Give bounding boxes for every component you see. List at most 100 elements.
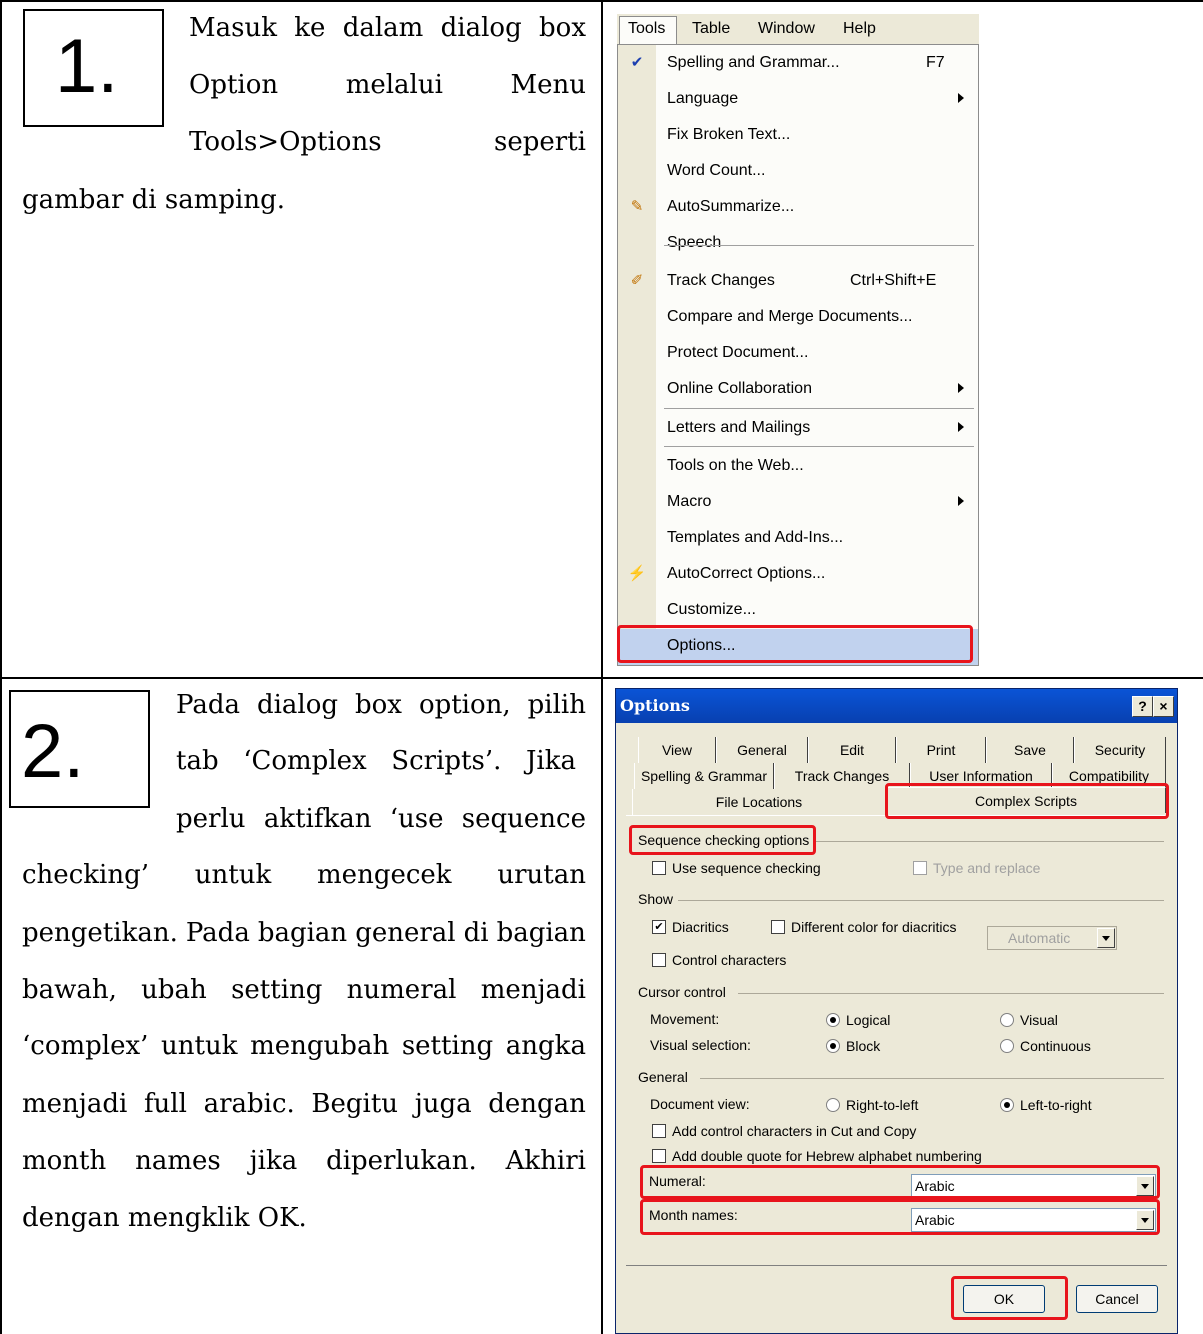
tab-save[interactable]: Save bbox=[986, 737, 1074, 763]
cursor-control-group-label: Cursor control bbox=[638, 984, 726, 1000]
menu-item[interactable]: Customize... bbox=[618, 593, 978, 629]
menu-item[interactable]: Compare and Merge Documents... bbox=[618, 300, 978, 336]
different-color-checkbox[interactable] bbox=[771, 920, 785, 934]
view-rtl-label: Right-to-left bbox=[846, 1097, 919, 1113]
menu-item[interactable]: Word Count... bbox=[618, 154, 978, 190]
paragraph-word: perlu bbox=[176, 804, 246, 834]
step-1-line: Option melalui Menu bbox=[189, 70, 586, 100]
paragraph-word: setting bbox=[231, 975, 323, 1005]
menu-item-label: Fix Broken Text... bbox=[667, 126, 791, 143]
paragraph-word: checking’ bbox=[22, 860, 149, 890]
tab-general[interactable]: General bbox=[716, 737, 808, 763]
paragraph-word: numeral bbox=[346, 975, 457, 1005]
add-control-chars-checkbox[interactable] bbox=[652, 1124, 666, 1138]
menu-item[interactable]: ✐ Track Changes Ctrl+Shift+E bbox=[618, 264, 978, 300]
general-group-label: General bbox=[638, 1069, 688, 1085]
movement-logical-radio[interactable] bbox=[826, 1013, 840, 1027]
paragraph-word: Begitu bbox=[311, 1089, 399, 1119]
paragraph-word: Jika bbox=[526, 746, 576, 776]
paragraph-word: Masuk bbox=[189, 13, 277, 43]
diacritics-label: Diacritics bbox=[672, 919, 729, 935]
tab-security[interactable]: Security bbox=[1074, 737, 1166, 763]
step-2-line: menjadi full arabic. Begitu juga dengan bbox=[22, 1089, 586, 1119]
word-menu-bar: Tools Table Window Help bbox=[617, 14, 979, 46]
menu-item-label: Online Collaboration bbox=[667, 380, 812, 397]
add-double-quote-checkbox[interactable] bbox=[652, 1149, 666, 1163]
tab-spelling-grammar[interactable]: Spelling & Grammar bbox=[634, 763, 774, 789]
menu-item[interactable]: Templates and Add-Ins... bbox=[618, 521, 978, 557]
paragraph-word: ubah bbox=[141, 975, 207, 1005]
close-button[interactable]: × bbox=[1153, 696, 1174, 717]
type-replace-checkbox[interactable] bbox=[913, 861, 927, 875]
menu-tools[interactable]: Tools bbox=[628, 20, 665, 38]
paragraph-word: option, bbox=[418, 690, 511, 720]
paragraph-word: pilih bbox=[527, 690, 586, 720]
paragraph-word: dialog bbox=[440, 13, 522, 43]
step-2-line: tab ‘Complex Scripts’. Jika bbox=[176, 746, 576, 776]
use-sequence-checkbox[interactable] bbox=[652, 861, 666, 875]
tab-view[interactable]: View bbox=[638, 737, 716, 763]
dropdown-arrow-icon[interactable] bbox=[1097, 928, 1115, 948]
paragraph-word: gambar di samping. bbox=[22, 185, 285, 215]
table-column-divider bbox=[601, 0, 603, 1334]
control-characters-label: Control characters bbox=[672, 952, 787, 968]
menu-item[interactable]: Tools on the Web... bbox=[618, 449, 978, 485]
paragraph-word: month bbox=[22, 1146, 107, 1176]
paragraph-word: bagian bbox=[257, 918, 348, 948]
paragraph-word: menjadi bbox=[480, 975, 586, 1005]
selection-block-radio[interactable] bbox=[826, 1039, 840, 1053]
movement-logical-label: Logical bbox=[846, 1012, 891, 1028]
menu-item[interactable]: Fix Broken Text... bbox=[618, 118, 978, 154]
tab-edit[interactable]: Edit bbox=[808, 737, 896, 763]
step-2-number: 2. bbox=[21, 709, 85, 794]
table-border-left bbox=[0, 0, 2, 1334]
step-1-line: Tools>Options seperti bbox=[189, 127, 586, 157]
menu-item[interactable]: ⚡ AutoCorrect Options... bbox=[618, 557, 978, 593]
tab-print[interactable]: Print bbox=[896, 737, 986, 763]
step-2-line: bawah, ubah setting numeral menjadi bbox=[22, 975, 586, 1005]
view-rtl-radio[interactable] bbox=[826, 1098, 840, 1112]
view-ltr-radio[interactable] bbox=[1000, 1098, 1014, 1112]
diacritics-checkbox[interactable]: ✔ bbox=[652, 920, 666, 934]
paragraph-word: di bbox=[463, 918, 489, 948]
menu-item[interactable]: Protect Document... bbox=[618, 336, 978, 372]
paragraph-word: full bbox=[143, 1089, 187, 1119]
step-1-number: 1. bbox=[55, 24, 119, 109]
paragraph-word: pengetikan. bbox=[22, 918, 178, 948]
menu-item[interactable]: Language bbox=[618, 82, 978, 118]
submenu-arrow-icon bbox=[958, 383, 964, 393]
menu-item[interactable]: Letters and Mailings bbox=[618, 411, 978, 447]
paragraph-word: ‘use bbox=[389, 804, 444, 834]
menu-help[interactable]: Help bbox=[843, 20, 876, 38]
table-border-top bbox=[0, 0, 1203, 2]
cancel-button[interactable]: Cancel bbox=[1076, 1285, 1158, 1313]
control-characters-checkbox[interactable] bbox=[652, 953, 666, 967]
menu-item-label: Language bbox=[667, 90, 739, 107]
menu-window[interactable]: Window bbox=[758, 20, 815, 38]
options-menu-highlight-box bbox=[617, 625, 973, 663]
paragraph-word: Pada bbox=[185, 918, 250, 948]
tab-file-locations[interactable]: File Locations bbox=[632, 789, 886, 815]
menu-item[interactable]: Online Collaboration bbox=[618, 372, 978, 408]
menu-item-label: Tools on the Web... bbox=[667, 457, 804, 474]
menu-item[interactable]: ✔ Spelling and Grammar... F7 bbox=[618, 46, 978, 82]
menu-item[interactable]: Macro bbox=[618, 485, 978, 521]
paragraph-word: diperlukan. bbox=[326, 1146, 477, 1176]
paragraph-word: dialog bbox=[256, 690, 339, 720]
diacritics-color-select[interactable]: Automatic bbox=[987, 926, 1117, 950]
movement-visual-radio[interactable] bbox=[1000, 1013, 1014, 1027]
different-color-label: Different color for diacritics bbox=[791, 919, 957, 935]
selection-continuous-radio[interactable] bbox=[1000, 1039, 1014, 1053]
menu-item[interactable]: Speech bbox=[618, 226, 978, 262]
menu-item[interactable]: ✎ AutoSummarize... bbox=[618, 190, 978, 226]
type-replace-label: Type and replace bbox=[933, 860, 1041, 876]
paragraph-word: Scripts’. bbox=[391, 746, 502, 776]
document-view-label: Document view: bbox=[650, 1096, 750, 1112]
show-group-label: Show bbox=[638, 891, 674, 907]
help-button[interactable]: ? bbox=[1132, 696, 1153, 717]
paragraph-word: general bbox=[355, 918, 456, 948]
paragraph-word: ‘complex’ bbox=[22, 1031, 149, 1061]
autocorrect-icon: ⚡ bbox=[627, 565, 647, 582]
paragraph-word: dalam bbox=[342, 13, 424, 43]
menu-table[interactable]: Table bbox=[692, 20, 730, 38]
